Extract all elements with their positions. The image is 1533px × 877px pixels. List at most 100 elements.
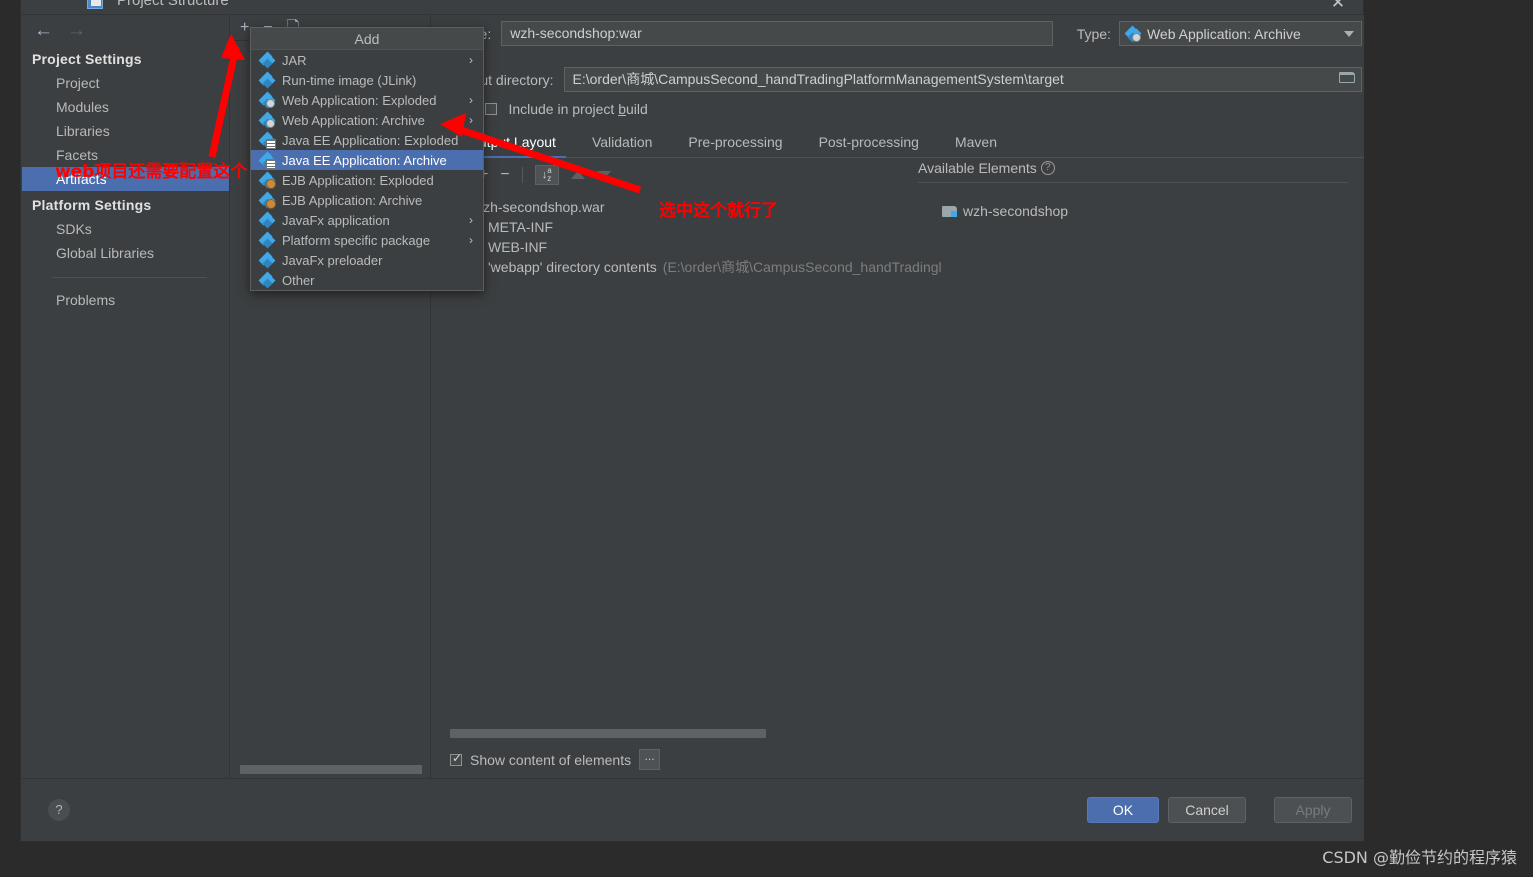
close-icon[interactable]: ✕ — [1329, 0, 1347, 14]
chevron-right-icon: › — [469, 213, 473, 227]
menu-item-label: Java EE Application: Archive — [282, 152, 447, 168]
nav-group-project-settings: Project Settings — [32, 51, 142, 67]
tab-post-processing[interactable]: Post-processing — [801, 134, 937, 157]
jar-icon — [258, 211, 276, 229]
module-folder-icon — [942, 205, 957, 217]
sort-az-icon[interactable]: ↓ a z — [534, 165, 559, 185]
tree-row-webapp-contents[interactable]: 'webapp' directory contents (E:\order\商城… — [456, 257, 942, 277]
tree-label-hint: (E:\order\商城\CampusSecond_handTradingl — [662, 259, 942, 275]
artifact-type-select[interactable]: Web Application: Archive — [1118, 21, 1362, 46]
layout-horizontal-scrollbar[interactable] — [450, 729, 766, 738]
output-directory-row: Output directory: E:\order\商城\CampusSeco… — [450, 67, 1362, 92]
jee-icon — [258, 131, 276, 149]
available-elements-header: Available Elements ? — [918, 160, 1348, 183]
tree-label: 'webapp' directory contents — [488, 259, 657, 275]
jar-icon — [258, 51, 276, 69]
sidebar-item-modules[interactable]: Modules — [22, 95, 229, 119]
add-artifact-menu: Add JAR › Run-time image (JLink) Web App… — [250, 27, 484, 291]
menu-item-ejb-application-archive[interactable]: EJB Application: Archive — [251, 190, 483, 210]
chevron-right-icon: › — [469, 93, 473, 107]
project-structure-dialog: Project Structure ✕ ← → Project Settings… — [20, 0, 1364, 842]
dialog-title: Project Structure — [117, 0, 229, 9]
available-label: wzh-secondshop — [963, 203, 1069, 219]
menu-item-runtime-image[interactable]: Run-time image (JLink) — [251, 70, 483, 90]
show-content-checkbox[interactable] — [450, 751, 462, 766]
output-directory-input[interactable]: E:\order\商城\CampusSecond_handTradingPlat… — [563, 67, 1362, 92]
tab-validation[interactable]: Validation — [574, 134, 670, 157]
screen-root: Project Structure ✕ ← → Project Settings… — [0, 0, 1533, 877]
dialog-titlebar: Project Structure ✕ — [21, 0, 1363, 15]
artifact-name-input[interactable]: wzh-secondshop:war — [501, 21, 1053, 46]
web-archive-icon — [1124, 25, 1142, 42]
ok-button[interactable]: OK — [1087, 797, 1159, 823]
jee-icon — [258, 151, 276, 169]
include-in-build-checkbox[interactable] — [485, 102, 497, 115]
menu-item-label: JavaFx preloader — [282, 252, 383, 268]
project-structure-icon — [87, 0, 103, 9]
menu-item-java-ee-application-archive[interactable]: Java EE Application: Archive — [251, 150, 483, 170]
sidebar-item-sdks[interactable]: SDKs — [22, 217, 229, 241]
menu-item-platform-specific-package[interactable]: Platform specific package › — [251, 230, 483, 250]
menu-item-web-application-exploded[interactable]: Web Application: Exploded › — [251, 90, 483, 110]
tree-label: wzh-secondshop.war — [473, 199, 605, 215]
tree-label: META-INF — [488, 219, 554, 235]
annotation-artifacts-note: web项目还需要配置这个 — [55, 162, 248, 182]
menu-item-javafx-preloader[interactable]: JavaFx preloader — [251, 250, 483, 270]
sidebar-item-problems[interactable]: Problems — [22, 288, 229, 312]
menu-item-label: Run-time image (JLink) — [282, 72, 417, 88]
menu-item-label: EJB Application: Archive — [282, 192, 423, 208]
move-up-icon[interactable] — [570, 171, 585, 179]
nav-back-icon[interactable]: ← — [34, 21, 53, 40]
menu-item-web-application-archive[interactable]: Web Application: Archive › — [251, 110, 483, 130]
jar-icon — [258, 231, 276, 249]
web-icon — [258, 111, 276, 129]
available-elements-tree: wzh-secondshop — [942, 201, 1342, 221]
cancel-button[interactable]: Cancel — [1168, 797, 1246, 823]
layout-remove-icon[interactable]: − — [500, 167, 509, 183]
include-in-build-row[interactable]: Include in project build — [485, 100, 648, 118]
menu-item-ejb-application-exploded[interactable]: EJB Application: Exploded — [251, 170, 483, 190]
apply-button[interactable]: Apply — [1274, 797, 1352, 823]
artifacts-horizontal-scrollbar[interactable] — [240, 765, 422, 774]
sidebar-item-libraries[interactable]: Libraries — [22, 119, 229, 143]
menu-item-label: Other — [282, 272, 315, 288]
menu-item-label: EJB Application: Exploded — [282, 172, 434, 188]
settings-nav-pane: ← → Project Settings Project Modules Lib… — [22, 15, 230, 780]
output-directory-value: E:\order\商城\CampusSecond_handTradingPlat… — [572, 71, 1064, 87]
type-label: Type: — [1076, 25, 1111, 42]
ejb-icon — [258, 191, 276, 209]
menu-item-label: Java EE Application: Exploded — [282, 132, 459, 148]
tab-pre-processing[interactable]: Pre-processing — [670, 134, 800, 157]
footer-help-icon[interactable]: ? — [48, 799, 70, 821]
name-row: Name: wzh-secondshop:war Type: Web Appli… — [450, 21, 1362, 46]
jar-icon — [258, 71, 276, 89]
menu-item-javafx-application[interactable]: JavaFx application › — [251, 210, 483, 230]
available-elements-label: Available Elements — [918, 160, 1037, 176]
browse-folder-icon[interactable] — [1339, 72, 1355, 85]
annotation-menu-note: 选中这个就行了 — [659, 201, 778, 221]
help-icon[interactable]: ? — [1040, 161, 1055, 175]
include-in-build-label: Include in project build — [508, 100, 648, 117]
ejb-icon — [258, 171, 276, 189]
add-artifact-icon[interactable]: + — [240, 19, 249, 36]
nav-divider — [52, 277, 207, 278]
tab-maven[interactable]: Maven — [937, 134, 1015, 157]
output-layout-toolbar: + − ↓az — [456, 162, 926, 188]
menu-item-jar[interactable]: JAR › — [251, 50, 483, 70]
menu-item-label: Web Application: Archive — [282, 112, 425, 128]
sidebar-item-global-libraries[interactable]: Global Libraries — [22, 241, 229, 265]
menu-item-other[interactable]: Other — [251, 270, 483, 290]
sidebar-item-project[interactable]: Project — [22, 71, 229, 95]
show-content-label: Show content of elements — [470, 751, 632, 768]
nav-forward-icon[interactable]: → — [67, 21, 86, 40]
nav-group-platform-settings: Platform Settings — [32, 197, 152, 213]
artifact-editor-pane: Name: wzh-secondshop:war Type: Web Appli… — [432, 15, 1364, 780]
nav-toolbar: ← → — [22, 15, 229, 45]
toolbar-divider — [521, 167, 523, 183]
tree-row-web-inf[interactable]: WEB-INF — [456, 237, 926, 257]
available-row-module[interactable]: wzh-secondshop — [942, 201, 1342, 221]
move-down-icon[interactable] — [596, 171, 611, 179]
more-options-button[interactable]: ... — [639, 749, 661, 770]
menu-item-java-ee-application-exploded[interactable]: Java EE Application: Exploded — [251, 130, 483, 150]
menu-item-label: Web Application: Exploded — [282, 92, 437, 108]
